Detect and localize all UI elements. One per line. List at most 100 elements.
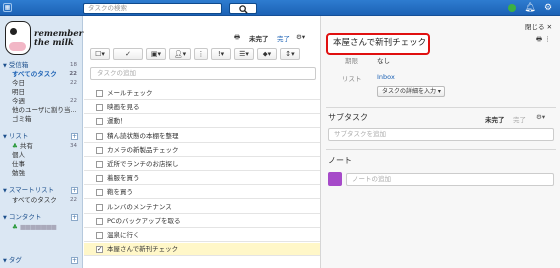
complete-button[interactable]: ✓ bbox=[113, 48, 143, 60]
sidebar-item-all-tasks[interactable]: すべてのタスク 22 bbox=[0, 70, 82, 79]
check-circle-icon[interactable] bbox=[506, 2, 518, 14]
task-row[interactable]: メールチェック bbox=[84, 87, 320, 100]
task-title[interactable]: 本屋さんで新刊チェック bbox=[326, 33, 430, 55]
task-name: ルンバのメンテナンス bbox=[107, 202, 172, 211]
task-name: PCのバックアップを取る bbox=[107, 216, 181, 225]
list-header: 🖶 未完了 完了 ⚙▾ bbox=[84, 30, 320, 44]
task-name: 本屋さんで新刊チェック bbox=[107, 245, 179, 254]
task-row[interactable]: 着服を買う bbox=[84, 172, 320, 186]
sidebar-item-work[interactable]: 仕事 bbox=[0, 160, 82, 169]
shared-list-icon: ♣ bbox=[12, 142, 18, 150]
tab-incomplete[interactable]: 未完了 bbox=[249, 33, 269, 43]
sidebar-item-today[interactable]: 今日 22 bbox=[0, 79, 82, 88]
logo-text: remember the milk bbox=[34, 29, 84, 48]
priority-button[interactable]: !▾ bbox=[211, 48, 231, 60]
task-name: カメラの新製品チェック bbox=[107, 145, 179, 154]
select-menu-button[interactable]: ☐▾ bbox=[90, 48, 110, 60]
task-checkbox[interactable] bbox=[96, 146, 103, 154]
sort-button[interactable]: ↕▾ bbox=[280, 48, 300, 60]
note-input[interactable]: ノートの追加 bbox=[346, 173, 554, 186]
task-checkbox[interactable]: ✓ bbox=[96, 246, 103, 254]
logo: remember the milk bbox=[3, 19, 84, 59]
sidebar-section-tags[interactable]: ▼ タグ + bbox=[0, 256, 82, 265]
task-checkbox[interactable] bbox=[96, 217, 103, 225]
tab-complete[interactable]: 完了 bbox=[277, 33, 290, 43]
add-task-input[interactable]: タスクの追加 bbox=[90, 67, 316, 80]
list-settings-gear-icon[interactable]: ⚙▾ bbox=[296, 33, 305, 41]
task-row[interactable]: 積ん読状態の本棚を整理 bbox=[84, 130, 320, 143]
sidebar-section-lists[interactable]: ▼ リスト + bbox=[0, 132, 82, 141]
postpone-button[interactable]: ▣▾ bbox=[146, 48, 166, 60]
task-toolbar: ☐▾ ✓ ▣▾ 👤︎▾ ⋮ !▾ ☰▾ ⬥▾ ↕▾ bbox=[90, 48, 316, 60]
print-icon[interactable]: 🖶 bbox=[234, 33, 240, 44]
task-detail-panel: 閉じる ✕ 🖶 ⋮ 本屋さんで新刊チェック 期限 なし リスト Inbox タス… bbox=[320, 16, 560, 268]
task-checkbox[interactable] bbox=[96, 104, 103, 112]
sidebar-section-inbox[interactable]: ▼ 受信箱 18 bbox=[0, 61, 82, 70]
sidebar-item-tomorrow[interactable]: 明日 bbox=[0, 88, 82, 97]
add-list-button[interactable]: + bbox=[71, 133, 78, 140]
search-icon bbox=[238, 5, 248, 14]
more-button[interactable]: ⋮ bbox=[194, 48, 208, 60]
sidebar-item-shared[interactable]: ♣ 共有 34 bbox=[0, 142, 82, 151]
search-button[interactable] bbox=[229, 3, 257, 14]
task-name: 着服を買う bbox=[107, 174, 140, 183]
sidebar-item-study[interactable]: 勉強 bbox=[0, 169, 82, 178]
app-menu-icon[interactable]: ▦ bbox=[3, 3, 12, 12]
sidebar: remember the milk ▼ 受信箱 18 すべてのタスク 22 今日 22 明… bbox=[0, 16, 83, 268]
task-name: 映画を見る bbox=[107, 103, 140, 112]
task-row[interactable]: 鞄を買う bbox=[84, 186, 320, 200]
close-button[interactable]: 閉じる ✕ bbox=[525, 21, 552, 31]
subtask-input[interactable]: サブタスクを追加 bbox=[328, 128, 554, 141]
task-list-panel: 🖶 未完了 完了 ⚙▾ ☐▾ ✓ ▣▾ 👤︎▾ ⋮ !▾ ☰▾ ⬥▾ ↕▾ タス… bbox=[84, 16, 320, 268]
top-bar: ▦ タスクの検索 🔔︎ ⚙ bbox=[0, 0, 560, 16]
task-checkbox[interactable] bbox=[96, 189, 103, 197]
task-name: 鞄を買う bbox=[107, 188, 133, 197]
subtasks-header: サブタスク bbox=[328, 113, 368, 122]
subtask-tab-incomplete[interactable]: 未完了 bbox=[485, 114, 505, 124]
task-row[interactable]: PCのバックアップを取る bbox=[84, 215, 320, 228]
add-contact-button[interactable]: + bbox=[71, 214, 78, 221]
assign-button[interactable]: 👤︎▾ bbox=[169, 48, 191, 60]
sidebar-section-smart-lists[interactable]: ▼ スマートリスト + bbox=[0, 186, 82, 195]
gear-icon[interactable]: ⚙ bbox=[542, 2, 554, 14]
task-checkbox[interactable] bbox=[96, 132, 103, 140]
subtask-tab-complete[interactable]: 完了 bbox=[513, 114, 526, 124]
sidebar-item-trash[interactable]: ゴミ箱 bbox=[0, 115, 82, 124]
task-checkbox[interactable] bbox=[96, 161, 103, 168]
task-row[interactable]: 運動！ bbox=[84, 115, 320, 129]
task-checkbox[interactable] bbox=[96, 232, 103, 239]
enter-details-dropdown[interactable]: タスクの詳細を入力 ▾ bbox=[377, 86, 445, 97]
task-name: 温泉に行く bbox=[107, 231, 140, 239]
add-tag-button[interactable]: + bbox=[71, 257, 78, 264]
tag-button[interactable]: ⬥▾ bbox=[257, 48, 277, 60]
bell-icon[interactable]: 🔔︎ bbox=[524, 2, 536, 14]
task-name: 運動！ bbox=[107, 117, 127, 126]
sidebar-section-contacts[interactable]: ▼ コンタクト + bbox=[0, 213, 82, 222]
sidebar-item-this-week[interactable]: 今週 22 bbox=[0, 97, 82, 106]
search-input[interactable]: タスクの検索 bbox=[83, 3, 222, 14]
cow-logo-icon bbox=[5, 21, 31, 55]
detail-print-icon[interactable]: 🖶 ⋮ bbox=[536, 35, 551, 46]
contact-avatar-icon: ♣ bbox=[12, 223, 18, 231]
task-row[interactable]: 近所でランチのお店探し bbox=[84, 158, 320, 171]
list-value-link[interactable]: Inbox bbox=[377, 73, 395, 81]
sidebar-item-contact[interactable]: ♣ ■■■■■■■ bbox=[0, 223, 82, 232]
due-value[interactable]: なし bbox=[377, 55, 390, 65]
task-row[interactable]: カメラの新製品チェック bbox=[84, 144, 320, 157]
task-row[interactable]: 温泉に行く bbox=[84, 229, 320, 242]
task-row[interactable]: 映画を見る bbox=[84, 101, 320, 115]
list-label: リスト bbox=[342, 75, 362, 83]
top-icons: 🔔︎ ⚙ bbox=[506, 2, 554, 14]
task-checkbox[interactable] bbox=[96, 90, 103, 97]
sidebar-item-smart-all[interactable]: すべてのタスク 22 bbox=[0, 196, 82, 205]
task-checkbox[interactable] bbox=[96, 203, 103, 211]
sidebar-item-assigned[interactable]: 他のユーザに割り当... bbox=[0, 106, 82, 115]
task-row[interactable]: ✓ 本屋さんで新刊チェック bbox=[84, 243, 320, 257]
task-row[interactable]: ルンバのメンテナンス bbox=[84, 201, 320, 214]
task-checkbox[interactable] bbox=[96, 118, 103, 126]
sidebar-item-personal[interactable]: 個人 bbox=[0, 151, 82, 160]
task-checkbox[interactable] bbox=[96, 175, 103, 183]
subtask-gear-icon[interactable]: ⚙▾ bbox=[536, 113, 545, 121]
list-move-button[interactable]: ☰▾ bbox=[234, 48, 254, 60]
add-smart-list-button[interactable]: + bbox=[71, 187, 78, 194]
